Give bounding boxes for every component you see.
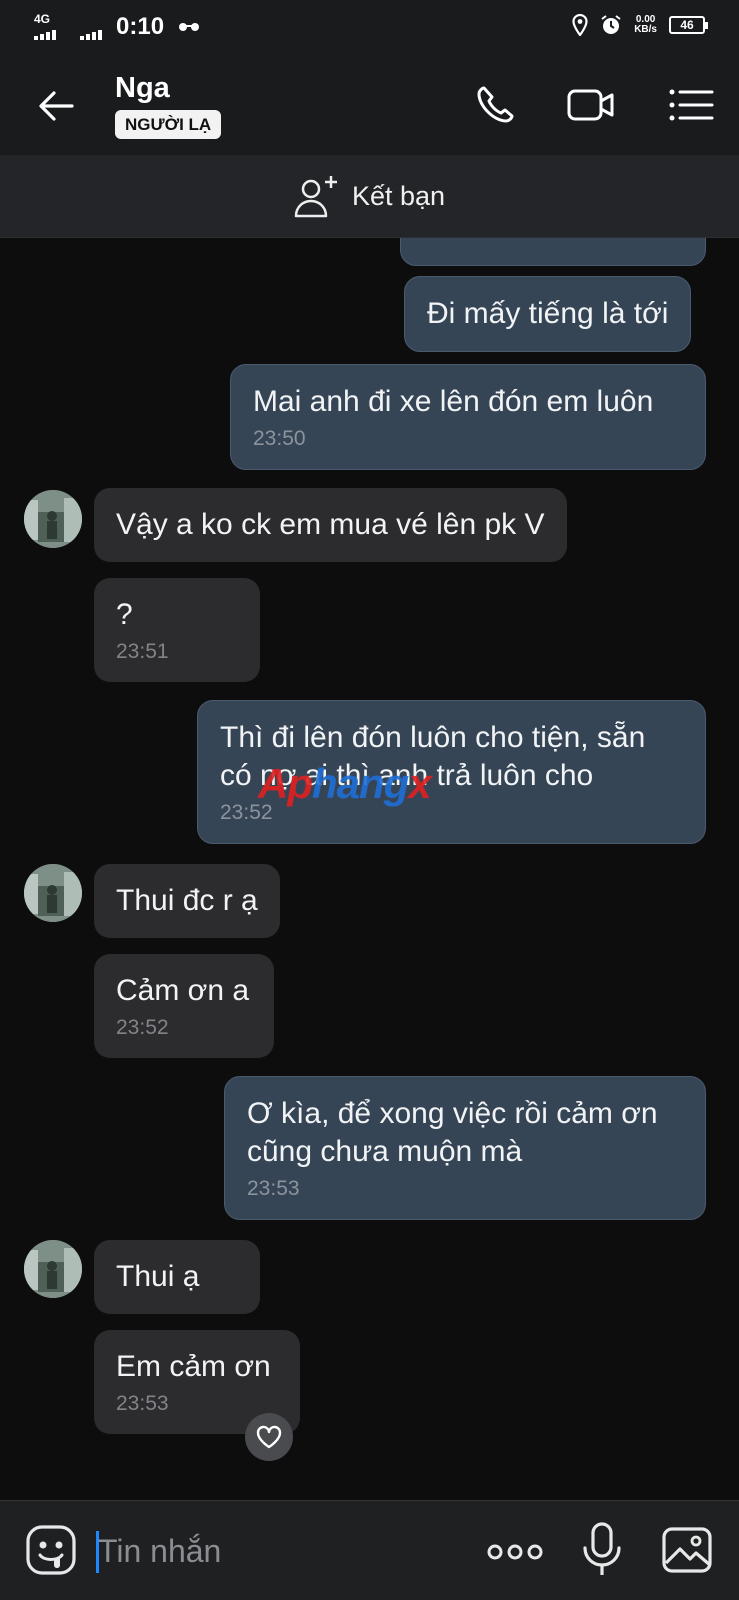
heart-icon [256,1425,282,1449]
message-bubble-outgoing[interactable]: Đi mấy tiếng là tới [404,276,692,352]
message-bubble-incoming[interactable]: Cảm ơn a 23:52 [94,954,274,1058]
message-time: 23:53 [116,1392,169,1415]
contact-avatar[interactable] [24,864,82,922]
react-heart-button[interactable] [245,1413,293,1461]
message-text: Mai anh đi xe lên đón em luôn [253,385,654,418]
chat-header: Nga NGƯỜI LẠ [0,58,739,155]
phone-call-icon[interactable] [470,80,520,130]
message-text: Ơ kìa, để xong việc rồi cảm ơn cũng chưa… [247,1097,658,1168]
message-bubble-incoming[interactable]: Thui ạ [94,1240,260,1314]
alarm-icon [601,15,621,34]
contact-name[interactable]: Nga [115,72,170,105]
contact-avatar[interactable] [24,490,82,548]
battery-icon: 46 [669,16,708,34]
network-type: 4G [34,12,51,26]
message-text: ? [116,598,133,631]
message-text: Em cảm ơn [116,1350,271,1383]
message-bubble-incoming[interactable]: ? 23:51 [94,578,260,682]
message-bubble-incoming[interactable]: Thui đc r ạ [94,864,280,938]
add-friend-label: Kết bạn [351,180,446,211]
message-composer [0,1500,739,1600]
status-bar: 4G 0:10 0.00 KB/s 46 [0,0,739,58]
more-options-icon[interactable] [486,1537,544,1567]
microphone-icon[interactable] [580,1521,624,1579]
message-time: 23:53 [247,1177,300,1200]
avatar-image [24,490,82,548]
menu-icon[interactable] [666,80,716,130]
location-icon [572,14,588,36]
incognito-icon [179,23,200,31]
avatar-image [24,864,82,922]
message-text: Vậy a ko ck em mua vé lên pk V [116,508,545,541]
signal-icon-2 [80,12,102,42]
message-list[interactable]: Đi mấy tiếng là tới Mai anh đi xe lên đó… [0,238,739,1500]
message-bubble-outgoing[interactable]: Mai anh đi xe lên đón em luôn 23:50 [230,364,706,470]
contact-avatar[interactable] [24,1240,82,1298]
sticker-icon[interactable] [24,1523,78,1577]
add-friend-button[interactable]: Kết bạn [0,155,739,238]
message-time: 23:50 [253,427,306,450]
add-friend-icon [294,176,337,218]
avatar-image [24,1240,82,1298]
back-arrow-icon[interactable] [34,84,78,128]
message-text: Cảm ơn a [116,974,250,1007]
signal-icon: 4G [34,12,70,42]
video-call-icon[interactable] [566,80,616,130]
message-bubble-partial[interactable] [400,238,706,266]
message-time: 23:51 [116,640,169,663]
message-bubble-incoming[interactable]: Vậy a ko ck em mua vé lên pk V [94,488,567,562]
message-text: Thui ạ [116,1260,200,1293]
message-bubble-outgoing[interactable]: Ơ kìa, để xong việc rồi cảm ơn cũng chưa… [224,1076,706,1220]
clock: 0:10 [116,13,165,40]
message-text: Thui đc r ạ [116,884,258,917]
image-icon[interactable] [660,1523,714,1577]
message-input[interactable] [98,1529,438,1573]
watermark-logo: Aphangx [258,760,432,807]
message-time: 23:52 [116,1016,169,1039]
message-text: Đi mấy tiếng là tới [427,297,669,330]
network-speed: 0.00 KB/s [634,14,657,35]
stranger-badge: NGƯỜI LẠ [115,110,222,139]
